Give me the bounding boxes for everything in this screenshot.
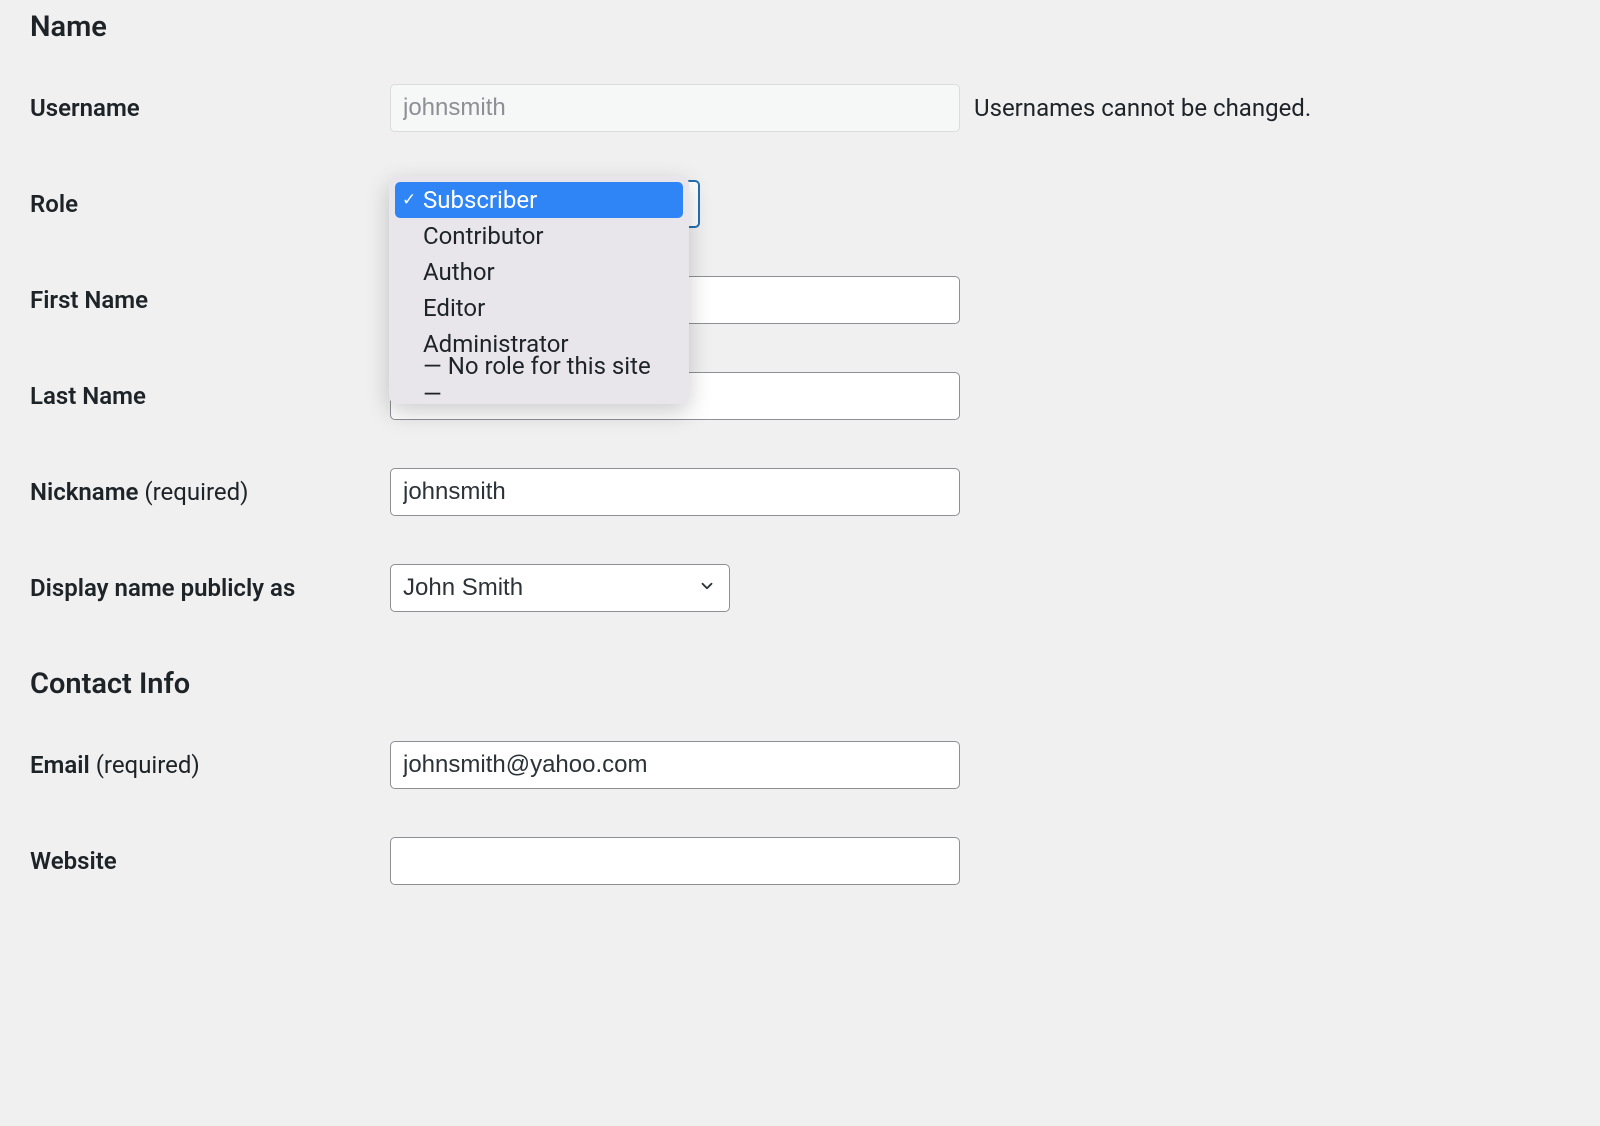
name-section-heading: Name <box>30 10 1570 44</box>
username-label: Username <box>30 94 390 122</box>
email-input[interactable] <box>390 741 960 789</box>
nickname-required-text: (required) <box>138 478 248 506</box>
display-name-select[interactable]: John Smith <box>390 564 730 612</box>
username-row: Username Usernames cannot be changed. <box>30 84 1570 132</box>
role-option-subscriber[interactable]: ✓ Subscriber <box>395 182 683 218</box>
website-row: Website <box>30 837 1570 885</box>
username-input <box>390 84 960 132</box>
display-name-select-wrapper: John Smith <box>390 564 730 612</box>
website-input[interactable] <box>390 837 960 885</box>
role-option-no-role[interactable]: — No role for this site — <box>395 362 683 398</box>
display-name-row: Display name publicly as John Smith <box>30 564 1570 612</box>
nickname-label: Nickname (required) <box>30 478 390 506</box>
role-select[interactable]: ✓ Subscriber Contributor Author Editor A… <box>390 180 700 228</box>
email-required-text: (required) <box>90 751 200 779</box>
role-option-editor[interactable]: Editor <box>395 290 683 326</box>
check-icon: ✓ <box>402 190 416 210</box>
role-label: Role <box>30 190 390 218</box>
website-label: Website <box>30 847 390 875</box>
contact-info-section-heading: Contact Info <box>30 667 1570 701</box>
last-name-row: Last Name <box>30 372 1570 420</box>
nickname-row: Nickname (required) <box>30 468 1570 516</box>
role-option-label: Subscriber <box>423 186 537 214</box>
role-option-label: Contributor <box>423 222 544 250</box>
nickname-label-text: Nickname <box>30 478 138 506</box>
display-name-label: Display name publicly as <box>30 574 390 602</box>
role-option-label: Author <box>423 258 495 286</box>
role-option-label: Editor <box>423 294 485 322</box>
nickname-input[interactable] <box>390 468 960 516</box>
email-label: Email (required) <box>30 751 390 779</box>
last-name-label: Last Name <box>30 382 390 410</box>
first-name-label: First Name <box>30 286 390 314</box>
role-dropdown-menu: ✓ Subscriber Contributor Author Editor A… <box>389 176 689 404</box>
role-option-author[interactable]: Author <box>395 254 683 290</box>
first-name-row: First Name <box>30 276 1570 324</box>
email-row: Email (required) <box>30 741 1570 789</box>
role-row: Role ✓ Subscriber Contributor Author Edi… <box>30 180 1570 228</box>
role-option-label: — No role for this site — <box>423 352 675 408</box>
email-label-text: Email <box>30 751 90 779</box>
role-option-contributor[interactable]: Contributor <box>395 218 683 254</box>
username-hint: Usernames cannot be changed. <box>974 94 1311 122</box>
